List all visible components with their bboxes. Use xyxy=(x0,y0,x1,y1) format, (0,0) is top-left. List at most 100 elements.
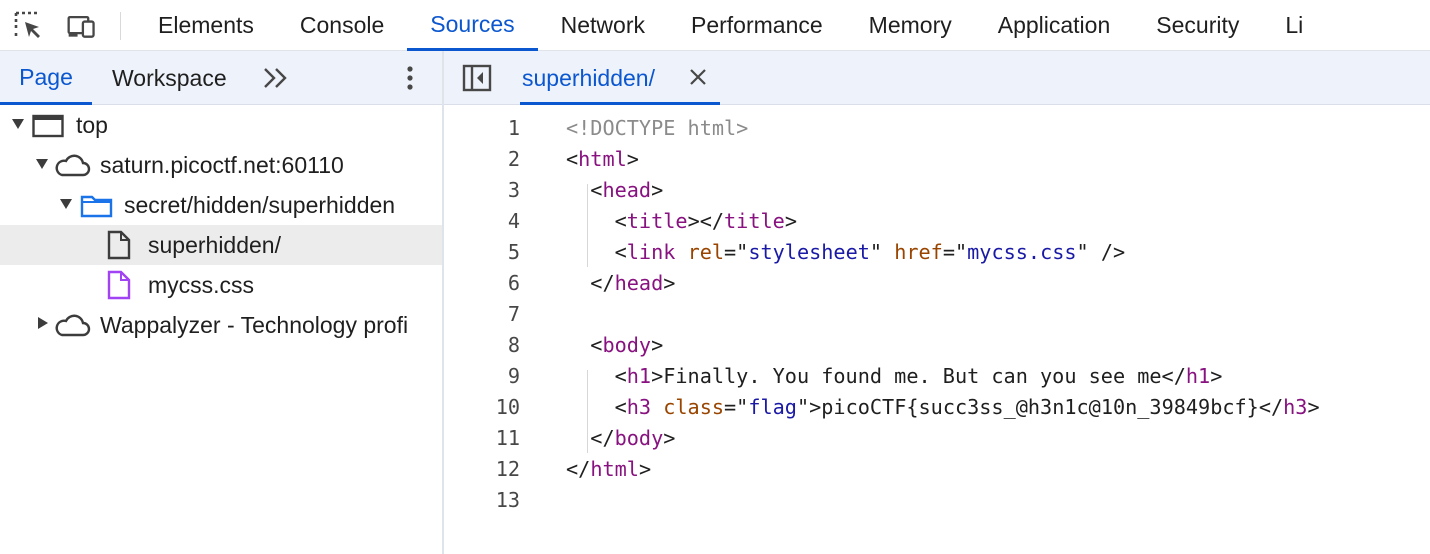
code-token: < xyxy=(566,209,627,233)
code-line[interactable]: 5 <link rel="stylesheet" href="mycss.css… xyxy=(444,237,1430,268)
line-number[interactable]: 6 xyxy=(444,268,520,299)
tab-sources[interactable]: Sources xyxy=(407,0,538,51)
line-number[interactable]: 11 xyxy=(444,423,520,454)
code-token: =" xyxy=(942,240,968,264)
code-token: h1 xyxy=(626,364,652,388)
editor-tab-bar: superhidden/ xyxy=(444,51,1430,105)
expand-arrow-icon[interactable] xyxy=(60,199,72,209)
code-token: =" xyxy=(724,395,749,419)
stylesheet-file-icon xyxy=(107,270,131,300)
line-number[interactable]: 12 xyxy=(444,454,520,485)
folder-icon xyxy=(80,195,113,218)
code-token: > xyxy=(651,333,664,357)
code-text: <link rel="stylesheet" href="mycss.css" … xyxy=(566,237,1126,268)
tab-console[interactable]: Console xyxy=(277,0,407,51)
code-token: ">picoCTF{succ3ss_@h3n1c@10n_39849bcf}</ xyxy=(796,395,1284,419)
toggle-navigator-icon[interactable] xyxy=(462,64,492,92)
code-line[interactable]: 11 </body> xyxy=(444,423,1430,454)
tree-item-stylesheet[interactable]: mycss.css xyxy=(0,265,442,305)
expand-arrow-icon[interactable] xyxy=(12,119,24,129)
line-number[interactable]: 4 xyxy=(444,206,520,237)
tab-performance[interactable]: Performance xyxy=(668,0,846,51)
frame-icon xyxy=(32,114,64,138)
code-text: <h1>Finally. You found me. But can you s… xyxy=(566,361,1223,392)
tree-item-label: saturn.picoctf.net:60110 xyxy=(100,152,344,178)
code-token: </ xyxy=(566,271,615,295)
tab-security[interactable]: Security xyxy=(1133,0,1262,51)
more-tabs-chevron-icon[interactable] xyxy=(262,66,290,90)
editor-file-name: superhidden/ xyxy=(522,65,655,91)
line-number[interactable]: 3 xyxy=(444,175,520,206)
code-line[interactable]: 7 xyxy=(444,299,1430,330)
code-line[interactable]: 10 <h3 class="flag">picoCTF{succ3ss_@h3n… xyxy=(444,392,1430,423)
code-line[interactable]: 12 </html> xyxy=(444,454,1430,485)
collapse-arrow-icon[interactable] xyxy=(38,317,48,329)
device-toolbar-icon[interactable] xyxy=(66,10,98,42)
code-token: < xyxy=(566,333,603,357)
code-token: mycss.css xyxy=(967,240,1077,264)
line-number[interactable]: 2 xyxy=(444,144,520,175)
line-number[interactable]: 8 xyxy=(444,330,520,361)
code-token: rel xyxy=(687,240,725,264)
sources-navigator: Page Workspace top saturn.picoctf.net:60… xyxy=(0,51,444,554)
code-token: < xyxy=(566,178,603,202)
code-token: link xyxy=(626,240,676,264)
code-line[interactable]: 4 <title></title> xyxy=(444,206,1430,237)
cloud-icon xyxy=(55,154,91,177)
line-number[interactable]: 7 xyxy=(444,299,520,330)
line-number[interactable]: 9 xyxy=(444,361,520,392)
inspect-element-icon[interactable] xyxy=(13,10,45,42)
code-text: <body> xyxy=(566,330,663,361)
code-token: flag xyxy=(748,395,797,419)
more-options-icon[interactable] xyxy=(400,64,420,92)
tree-item-extension[interactable]: Wappalyzer - Technology profi xyxy=(0,305,442,345)
code-token: </ xyxy=(566,457,591,481)
code-token: =" xyxy=(724,240,749,264)
tree-item-document[interactable]: superhidden/ xyxy=(0,225,442,265)
line-number[interactable]: 13 xyxy=(444,485,520,516)
code-token: html xyxy=(590,457,639,481)
tab-lighthouse-truncated[interactable]: Li xyxy=(1262,0,1303,51)
code-line[interactable]: 9 <h1>Finally. You found me. But can you… xyxy=(444,361,1430,392)
code-token: >Finally. You found me. But can you see … xyxy=(651,364,1186,388)
code-token: h3 xyxy=(1283,395,1308,419)
code-editor[interactable]: 1 <!DOCTYPE html> 2 <html> 3 <head> 4 <title>… xyxy=(444,105,1430,554)
code-token: > xyxy=(663,426,676,450)
code-token: > xyxy=(784,209,797,233)
tree-item-label: superhidden/ xyxy=(148,232,281,258)
code-token: > xyxy=(1307,395,1320,419)
tab-network[interactable]: Network xyxy=(538,0,668,51)
close-icon[interactable] xyxy=(688,67,708,87)
line-number[interactable]: 5 xyxy=(444,237,520,268)
tree-item-domain[interactable]: saturn.picoctf.net:60110 xyxy=(0,145,442,185)
code-token: h1 xyxy=(1185,364,1211,388)
code-line[interactable]: 2 <html> xyxy=(444,144,1430,175)
code-line[interactable]: 8 <body> xyxy=(444,330,1430,361)
code-line[interactable]: 1 <!DOCTYPE html> xyxy=(444,113,1430,144)
tree-item-folder[interactable]: secret/hidden/superhidden xyxy=(0,185,442,225)
code-token: > xyxy=(651,178,664,202)
code-line[interactable]: 6 </head> xyxy=(444,268,1430,299)
code-line[interactable]: 13 xyxy=(444,485,1430,516)
expand-arrow-icon[interactable] xyxy=(36,159,48,169)
code-text: <head> xyxy=(566,175,663,206)
tab-memory[interactable]: Memory xyxy=(846,0,975,51)
editor-file-tab[interactable]: superhidden/ xyxy=(520,51,720,105)
tab-application[interactable]: Application xyxy=(975,0,1134,51)
code-text: <html> xyxy=(566,144,639,175)
code-line[interactable]: 3 <head> xyxy=(444,175,1430,206)
tree-item-top[interactable]: top xyxy=(0,105,442,145)
code-token: " xyxy=(869,240,895,264)
tab-page[interactable]: Page xyxy=(0,51,92,105)
code-token: <!DOCTYPE html> xyxy=(566,116,749,140)
line-number[interactable]: 1 xyxy=(444,113,520,144)
line-number[interactable]: 10 xyxy=(444,392,520,423)
tab-elements[interactable]: Elements xyxy=(135,0,277,51)
code-token: head xyxy=(602,178,652,202)
tab-workspace[interactable]: Workspace xyxy=(112,51,227,105)
code-token: > xyxy=(1210,364,1223,388)
code-token: href xyxy=(894,240,943,264)
code-token: ></ xyxy=(687,209,725,233)
code-text: </head> xyxy=(566,268,675,299)
